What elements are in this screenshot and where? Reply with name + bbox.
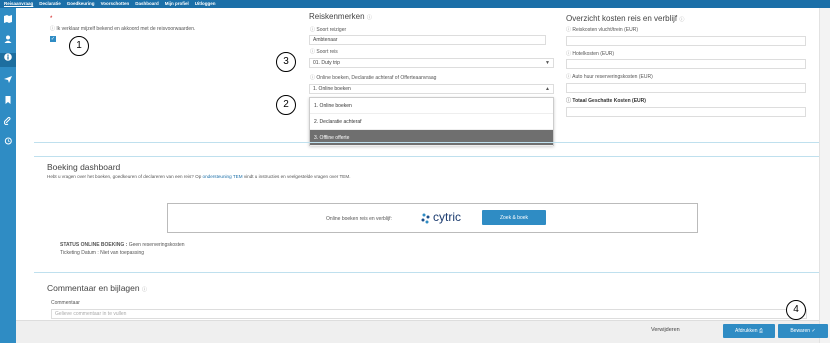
afdrukken-label: Afdrukken [735, 328, 758, 334]
status-online-boeking: STATUS ONLINE BOEKING : Geen reservering… [60, 242, 185, 248]
auto-label: ⓘ Auto huur reserveringskosten (EUR) [566, 73, 653, 80]
info-icon: ⓘ [679, 17, 685, 23]
soort-reis-select[interactable]: 01. Duty trip ▼ [309, 58, 554, 68]
sidebar [0, 8, 16, 343]
auto-input[interactable] [566, 83, 806, 93]
help-text-pre: Hebt u vragen over het boeken, goedkeure… [47, 174, 202, 179]
cytric-panel: Online boeken reis en verblijf: cytric Z… [167, 203, 698, 233]
bewaren-button[interactable]: Bewaren ✓ [778, 324, 828, 338]
afdrukken-button[interactable]: Afdrukken ⎙ [723, 324, 775, 338]
ticketing-datum: Ticketing Datum : Niet van toepassing [60, 250, 145, 256]
history-icon[interactable] [3, 137, 13, 147]
divider [34, 156, 819, 157]
reiskenmerken-title-text: Reiskenmerken [309, 12, 365, 21]
info-icon: ⓘ [366, 15, 372, 21]
commentaar-title: Commentaar en bijlagen ⓘ [47, 283, 147, 293]
top-nav: Reisaanvraag Declaratie Goedkeuring Voor… [0, 0, 830, 8]
divider [34, 142, 819, 143]
status-value: Geen reserveringskosten [128, 242, 185, 248]
annotation-2: 2 [276, 95, 296, 115]
annotation-1: 1 [69, 36, 89, 56]
kosten-title: Overzicht kosten reis en verblijf ⓘ [566, 14, 684, 23]
bewaren-label: Bewaren [790, 328, 811, 334]
totaal-input [566, 107, 806, 117]
commentaar-textarea[interactable]: Gelieve commentaar in te vullen [51, 309, 807, 319]
print-icon: ⎙ [758, 328, 763, 334]
cytric-logo: cytric [420, 209, 470, 229]
info-icon: ⓘ [310, 49, 316, 55]
nav-reisaanvraag[interactable]: Reisaanvraag [4, 0, 33, 8]
totaal-label: ⓘ Totaal Geschatte Kosten (EUR) [566, 97, 646, 104]
zoek-boek-button[interactable]: Zoek & boek [482, 210, 546, 225]
reiskenmerken-title: Reiskenmerken ⓘ [309, 12, 372, 21]
help-link[interactable]: ondersteuning TEM [203, 174, 243, 179]
totaal-text: Totaal Geschatte Kosten (EUR) [572, 98, 646, 104]
boeken-value: 1. Online boeken [313, 86, 351, 92]
help-text-post: vindt u instructies en veelgestelde vrag… [243, 174, 351, 179]
divider [34, 272, 819, 273]
option-offline-offerte[interactable]: 3. Offline offerte [310, 130, 553, 146]
boeken-label: ⓘ Online boeken, Declaratie achteraf of … [310, 74, 436, 81]
reiskosten-label: ⓘ Reiskosten vlucht/trein (EUR) [566, 26, 638, 33]
cytric-logo-text: cytric [433, 210, 461, 224]
info-icon: ⓘ [50, 26, 56, 32]
option-declaratie-achteraf[interactable]: 2. Declaratie achteraf [310, 114, 553, 130]
nav-voorschotten[interactable]: Voorschotten [101, 0, 130, 8]
hotel-label: ⓘ Hotelkosten (EUR) [566, 50, 614, 57]
dashboard-title: Boeking dashboard [47, 162, 121, 172]
status-label: STATUS ONLINE BOEKING : [60, 242, 128, 248]
commentaar-title-text: Commentaar en bijlagen [47, 283, 140, 293]
chevron-up-icon: ▲ [545, 86, 550, 92]
cytric-logo-icon [421, 213, 430, 224]
footer-bar: Verwijderen Afdrukken ⎙ Bewaren ✓ [16, 320, 828, 343]
info-icon: ⓘ [566, 51, 572, 57]
info-icon: ⓘ [141, 287, 147, 293]
info-icon: ⓘ [566, 27, 572, 33]
required-asterisk: * [50, 16, 53, 22]
info-icon[interactable] [0, 53, 16, 67]
hotel-input[interactable] [566, 59, 806, 69]
bookmark-icon[interactable] [3, 96, 13, 106]
info-icon: ⓘ [310, 27, 316, 33]
soort-reiziger-field[interactable]: Ambtenaar [309, 35, 546, 45]
annotation-3: 3 [276, 52, 296, 72]
nav-mijn-profiel[interactable]: Mijn profiel [165, 0, 189, 8]
nav-dashboard[interactable]: Dashboard [135, 0, 159, 8]
soort-reis-value: 01. Duty trip [313, 60, 340, 66]
chevron-down-icon: ▼ [545, 60, 550, 66]
plane-icon[interactable] [3, 75, 13, 85]
info-icon: ⓘ [566, 98, 572, 104]
declaration-label: Ik verklaar mijzelf bekend en akkoord me… [56, 26, 196, 32]
option-online-boeken[interactable]: 1. Online boeken [310, 98, 553, 114]
nav-goedkeuring[interactable]: Goedkeuring [67, 0, 95, 8]
boeken-select[interactable]: 1. Online boeken ▲ [309, 84, 554, 94]
soort-reis-text: Soort reis [316, 49, 338, 55]
commentaar-label: Commentaar [51, 300, 80, 306]
map-icon[interactable] [3, 15, 13, 25]
hotel-text: Hotelkosten (EUR) [572, 51, 615, 57]
annotation-4: 4 [786, 300, 806, 320]
declaration-text: ⓘ Ik verklaar mijzelf bekend en akkoord … [50, 25, 195, 32]
boeken-dropdown: 1. Online boeken 2. Declaratie achteraf … [309, 97, 554, 146]
kosten-title-text: Overzicht kosten reis en verblijf [566, 14, 678, 23]
online-boeken-text: Online boeken reis en verblijf: [326, 216, 392, 222]
boeken-text: Online boeken, Declaratie achteraf of Of… [316, 75, 437, 81]
right-scrollbar[interactable] [819, 8, 830, 343]
soort-reiziger-text: Soort reiziger [316, 27, 347, 33]
check-icon: ✓ [811, 328, 816, 334]
verwijderen-button[interactable]: Verwijderen [651, 327, 680, 333]
declaration-checkbox[interactable]: ✓ [50, 36, 56, 42]
user-icon[interactable] [3, 35, 13, 45]
reiskosten-text: Reiskosten vlucht/trein (EUR) [572, 27, 638, 33]
soort-reiziger-label: ⓘ Soort reiziger [310, 26, 346, 33]
info-icon: ⓘ [566, 74, 572, 80]
dashboard-help: Hebt u vragen over het boeken, goedkeure… [47, 174, 350, 179]
nav-declaratie[interactable]: Declaratie [39, 0, 61, 8]
info-icon: ⓘ [310, 75, 316, 81]
auto-text: Auto huur reserveringskosten (EUR) [572, 74, 653, 80]
soort-reis-label: ⓘ Soort reis [310, 48, 338, 55]
paperclip-icon[interactable] [3, 116, 13, 127]
reiskosten-input[interactable] [566, 36, 806, 46]
nav-uitloggen[interactable]: Uitloggen [195, 0, 216, 8]
